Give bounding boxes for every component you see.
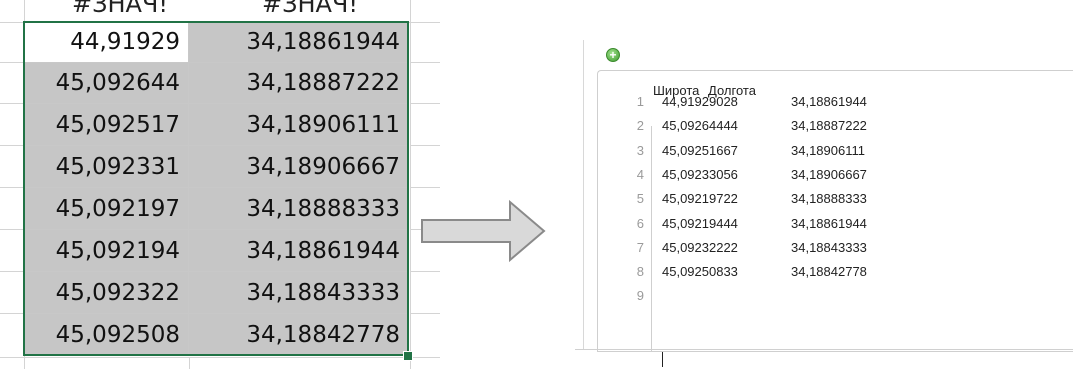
line-number: 2 [636,118,644,134]
longitude-value: 34,18888333 [791,191,867,207]
fill-handle[interactable] [403,351,413,361]
table-cell[interactable]: 45,092508 [25,314,189,356]
table-cell[interactable]: 34,18861944 [189,22,409,63]
grid-line [0,313,24,314]
grid-line [410,187,440,188]
table-cell[interactable]: 34,18842778 [189,314,409,356]
latitude-value: 45,09233056 [662,166,738,182]
grid-line [0,357,440,358]
table-cell[interactable]: 34,18843333 [189,272,409,314]
longitude-value: 34,18861944 [791,215,867,231]
table-cell[interactable]: 34,18888333 [189,188,409,230]
latitude-value: 45,09219444 [662,215,738,231]
grid-line [0,229,24,230]
table-cell[interactable]: 45,092197 [25,188,189,230]
longitude-value: 34,18861944 [791,94,867,109]
latitude-value: 45,09264444 [662,118,738,134]
table-cell[interactable]: 34,18906111 [189,104,409,146]
table-cell[interactable]: 34,18887222 [189,63,409,104]
table-cell[interactable]: 45,092644 [25,63,189,104]
grid-line [0,271,24,272]
grid-line [0,187,24,188]
header-row: #ЗНАЧ! #ЗНАЧ! [25,0,409,22]
line-number: 8 [636,264,644,280]
gutter-divider [651,126,652,351]
line-number: 7 [636,239,644,255]
line-number: 9 [636,288,644,304]
grid-line [0,145,24,146]
table-cell[interactable]: 45,092322 [25,272,189,314]
table-cell[interactable]: 34,18906667 [189,146,409,188]
latitude-value: 45,09251667 [662,142,738,158]
line-number: 4 [636,166,644,182]
table-cell[interactable]: 45,092517 [25,104,189,146]
grid-line [0,62,24,63]
longitude-value: 34,18842778 [791,264,867,280]
grid-line [0,103,24,104]
longitude-value: 34,18906667 [791,166,867,182]
line-number: 5 [636,191,644,207]
header-cell-lat[interactable]: #ЗНАЧ! [25,0,215,18]
panel-bottom-border [575,349,1073,350]
coordinates-editor-panel: + Широта Долгота 1 44,91929028 34,18861944… [583,40,1073,367]
grid-line [410,313,440,314]
line-number: 1 [636,94,644,109]
grid-line [189,357,190,369]
right-arrow-icon [421,199,546,263]
latitude-value: 44,91929028 [662,94,738,109]
selected-range[interactable]: 44,91929 34,18861944 45,092644 34,18887222 4… [25,22,409,356]
longitude-value: 34,18843333 [791,239,867,255]
latitude-value: 45,09219722 [662,191,738,207]
text-caret [662,352,663,367]
spreadsheet-fragment: #ЗНАЧ! #ЗНАЧ! 44,91929 34,18861944 45,0926… [0,0,440,369]
header-cell-lon[interactable]: #ЗНАЧ! [215,0,405,18]
grid-line [410,145,440,146]
latitude-value: 45,09250833 [662,264,738,280]
grid-line [410,271,440,272]
table-cell[interactable]: 45,092194 [25,230,189,272]
longitude-value: 34,18906111 [791,142,865,158]
line-number: 3 [636,142,644,158]
grid-line [410,103,440,104]
table-cell[interactable]: 34,18861944 [189,230,409,272]
latitude-value: 45,09232222 [662,239,738,255]
longitude-value: 34,18887222 [791,118,867,134]
add-circle-icon[interactable]: + [606,48,620,62]
coordinates-textarea[interactable]: Широта Долгота 1 44,91929028 34,18861944 2 4… [597,70,1073,367]
table-cell[interactable]: 44,91929 [25,22,189,63]
line-number: 6 [636,215,644,231]
table-cell[interactable]: 45,092331 [25,146,189,188]
grid-line [410,62,440,63]
